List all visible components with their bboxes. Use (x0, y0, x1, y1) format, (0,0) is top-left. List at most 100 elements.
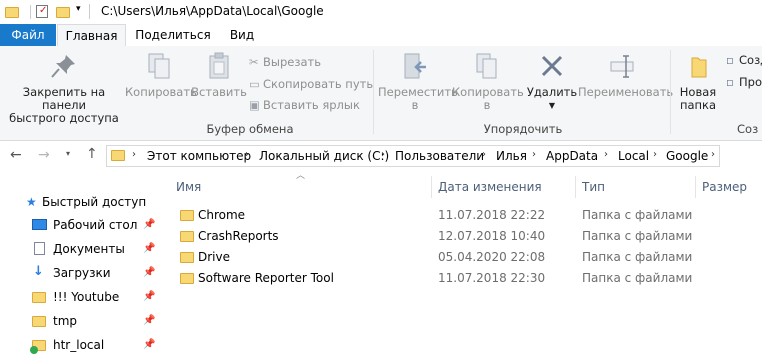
nav-item-documents[interactable]: Документы (53, 242, 125, 256)
column-header-size[interactable]: Размер (702, 180, 747, 194)
copy-label: Копировать (125, 85, 197, 99)
paste-shortcut-button[interactable]: ▣ Вставить ярлык (249, 97, 360, 113)
rename-button[interactable]: Переименовать (578, 48, 674, 99)
chevron-down-icon: ▼ (548, 101, 556, 110)
table-row[interactable]: Chrome 11.07.2018 22:22 Папка с файлами (176, 205, 696, 226)
paste-icon (209, 52, 229, 79)
delete-x-icon (541, 55, 563, 77)
column-divider[interactable] (695, 176, 696, 198)
pin-icon (51, 55, 75, 78)
breadcrumb-separator: › (132, 149, 136, 160)
breadcrumb-appdata[interactable]: AppData (546, 149, 598, 163)
nav-quick-access[interactable]: Быстрый доступ (42, 195, 146, 209)
move-to-label-2: в (411, 98, 419, 112)
new-folder-label-2: папка (679, 98, 717, 112)
column-divider[interactable] (431, 176, 432, 198)
tab-file[interactable]: Файл (0, 24, 56, 46)
new-folder-qat-icon[interactable] (56, 7, 70, 18)
paste-button[interactable]: Вставить (191, 48, 247, 99)
group-separator (670, 50, 671, 134)
column-header-name[interactable]: Имя (176, 180, 201, 194)
copy-path-button[interactable]: ▭ Скопировать путь (249, 76, 373, 92)
breadcrumb-separator: › (245, 149, 249, 160)
copy-to-button[interactable]: Копировать в (452, 48, 524, 112)
back-arrow-icon[interactable]: ← (10, 147, 22, 163)
address-bar[interactable]: › Этот компьютер › Локальный диск (C:) ›… (106, 145, 720, 167)
copy-icon (148, 53, 170, 79)
delete-button[interactable]: Удалить ▼ (524, 48, 580, 112)
recent-locations-icon[interactable]: ▾ (66, 149, 70, 158)
qat-dropdown-icon[interactable]: ▾ (76, 4, 81, 14)
pin-icon[interactable]: 📌 (143, 315, 155, 326)
column-header-date[interactable]: Дата изменения (438, 180, 542, 194)
delete-label: Удалить (526, 85, 578, 99)
up-arrow-icon[interactable]: ↑ (86, 146, 98, 162)
easy-access-label: Про (739, 75, 762, 89)
documents-icon (34, 242, 45, 255)
nav-item-desktop[interactable]: Рабочий стол (53, 218, 137, 232)
tab-home[interactable]: Главная (57, 24, 126, 46)
copy-path-label: Скопировать путь (263, 77, 374, 91)
breadcrumb-local[interactable]: Local (618, 149, 649, 163)
move-to-icon (404, 53, 426, 79)
folder-icon (180, 210, 194, 221)
tab-view[interactable]: Вид (220, 24, 264, 46)
copy-button[interactable]: Копировать (125, 48, 197, 99)
file-type: Папка с файлами (582, 250, 693, 264)
pin-icon[interactable]: 📌 (143, 267, 155, 278)
new-item-label: Созд (739, 53, 762, 67)
breadcrumb-drive-c[interactable]: Локальный диск (C:) (259, 149, 389, 163)
pin-icon[interactable]: 📌 (143, 291, 155, 302)
table-row[interactable]: Software Reporter Tool 11.07.2018 22:30 … (176, 268, 696, 289)
easy-access-icon: ▫ (726, 75, 734, 89)
folder-icon (32, 316, 46, 327)
pin-icon[interactable]: 📌 (143, 339, 155, 350)
sync-check-icon (30, 346, 38, 354)
cut-label: Вырезать (263, 55, 321, 69)
tab-share[interactable]: Поделиться (130, 24, 216, 46)
divider (30, 5, 31, 19)
clipboard-group-label: Буфер обмена (206, 122, 294, 136)
paste-shortcut-icon: ▣ (249, 98, 260, 112)
sort-up-icon: ︿ (296, 171, 306, 181)
forward-arrow-icon[interactable]: → (38, 147, 50, 163)
table-row[interactable]: CrashReports 12.07.2018 10:40 Папка с фа… (176, 226, 696, 247)
breadcrumb-separator: › (711, 149, 715, 160)
breadcrumb-separator: › (604, 149, 608, 160)
easy-access-button[interactable]: ▫ Про (726, 74, 762, 90)
pin-label-line2: быстрого доступа (9, 111, 119, 125)
file-name: CrashReports (198, 229, 279, 243)
copy-to-label-2: в (483, 98, 491, 112)
window-title: C:\Users\Илья\AppData\Local\Google (101, 4, 324, 18)
new-folder-button[interactable]: Новая папка (673, 48, 723, 112)
folder-icon (180, 252, 194, 263)
breadcrumb-user[interactable]: Илья (496, 149, 527, 163)
pin-icon[interactable]: 📌 (143, 219, 155, 230)
nav-item-tmp[interactable]: tmp (53, 314, 77, 328)
folder-icon (5, 7, 19, 18)
column-header-type[interactable]: Тип (582, 180, 605, 194)
pin-label-line1: Закрепить на панели (22, 85, 106, 112)
breadcrumb-this-pc[interactable]: Этот компьютер (147, 149, 251, 163)
copy-path-icon: ▭ (249, 77, 260, 91)
folder-icon (180, 273, 194, 284)
folder-icon (111, 150, 125, 161)
pin-quick-access-button[interactable]: Закрепить на панели быстрого доступа (2, 48, 126, 125)
paste-label: Вставить (191, 85, 247, 99)
column-divider[interactable] (575, 176, 576, 198)
new-item-button[interactable]: ▫ Созд (726, 52, 762, 68)
table-row[interactable]: Drive 05.04.2020 22:08 Папка с файлами (176, 247, 696, 268)
file-date: 11.07.2018 22:22 (438, 208, 546, 222)
breadcrumb-users[interactable]: Пользователи (395, 149, 484, 163)
properties-icon[interactable]: ✓ (36, 5, 48, 18)
file-name: Chrome (198, 208, 246, 222)
nav-item-htr-local[interactable]: htr_local (53, 338, 104, 352)
pin-icon[interactable]: 📌 (143, 243, 155, 254)
rename-label: Переименовать (578, 85, 674, 99)
nav-item-downloads[interactable]: Загрузки (53, 266, 111, 280)
breadcrumb-google[interactable]: Google (666, 149, 708, 163)
nav-item-youtube[interactable]: !!! Youtube (53, 290, 119, 304)
cut-button[interactable]: ✂ Вырезать (249, 54, 321, 70)
scissors-icon: ✂ (249, 55, 259, 69)
move-to-button[interactable]: Переместить в (378, 48, 458, 112)
